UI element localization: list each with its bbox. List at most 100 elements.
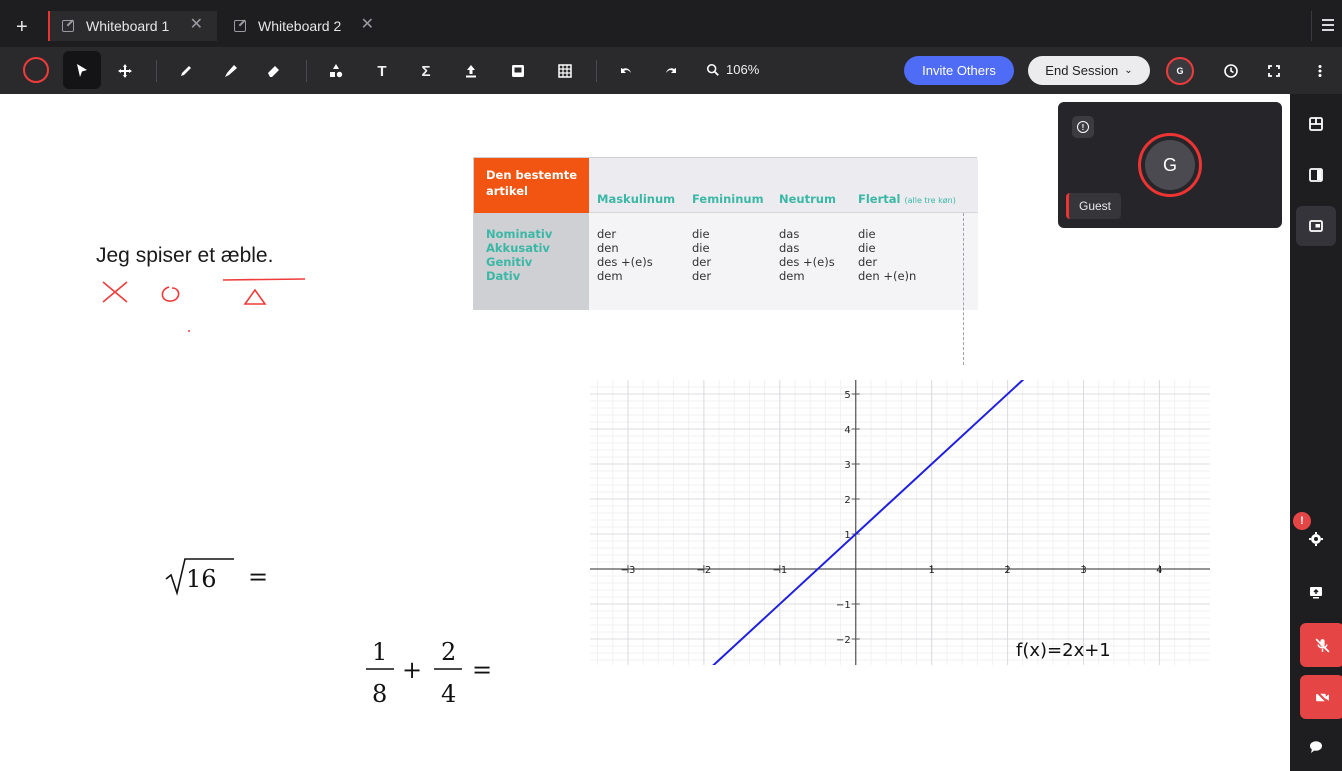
mic-off-icon [1315,638,1329,652]
math-tool-icon[interactable]: Σ [414,59,438,83]
tab-label: Whiteboard 1 [86,18,170,34]
sticky-note-icon[interactable] [506,59,530,83]
settings-gear-icon[interactable] [1303,526,1329,552]
row-label: Nominativ [486,227,553,241]
info-icon: ! [1077,121,1089,133]
zoom-level: 106% [726,62,760,77]
move-tool-icon[interactable] [113,59,137,83]
zoom-control[interactable]: 106% [706,62,759,77]
header-line: artikel [486,184,528,198]
camera-off-button[interactable] [1300,675,1342,719]
text-tool-icon[interactable]: T [370,59,394,83]
divider [306,60,307,82]
shapes-tool-icon[interactable] [324,59,348,83]
camera-off-icon [1314,689,1330,705]
equals-sign: = [248,563,268,591]
avatar-initial: G [1176,66,1184,76]
table-cell: das [779,227,800,241]
notification-badge[interactable]: ! [1293,512,1311,530]
upload-icon[interactable] [459,59,483,83]
redo-icon[interactable] [659,59,683,83]
table-cell: die [858,241,876,255]
user-avatar[interactable]: G [1166,57,1194,85]
chevron-down-icon: ⌄ [1124,65,1133,76]
hand-drawn-marks[interactable] [95,272,315,342]
eraser-tool-icon[interactable] [262,59,286,83]
table-cell: dem [597,269,623,283]
grammar-table-card[interactable]: Den bestemte artikel Maskulinum Femininu… [473,157,978,365]
column-header: Neutrum [779,192,836,206]
table-cell: der [692,269,712,283]
layout-grid-icon[interactable] [1303,111,1329,137]
participant-video-panel: ! G Guest [1058,102,1282,228]
table-cell: den [597,241,619,255]
fraction-denominator: 4 [441,680,456,708]
table-cell: dem [779,269,805,283]
x-tick-label: −1 [772,565,787,576]
x-tick-label: 3 [1080,565,1086,576]
layout-sidebar-icon[interactable] [1303,162,1329,188]
x-tick-label: 4 [1156,565,1162,576]
row-label: Genitiv [486,255,533,269]
header-line: Den bestemte [486,168,577,182]
row-label: Dativ [486,269,521,283]
chat-icon[interactable] [1303,734,1329,760]
row-label-column: Nominativ Akkusativ Genitiv Dativ [474,213,589,310]
info-button[interactable]: ! [1072,116,1094,138]
divider [1311,11,1312,41]
column-divider [963,213,964,365]
column-header-note: (alle tre køn) [904,196,956,205]
fraction-numerator: 1 [372,638,387,666]
y-tick-label: 4 [844,425,850,436]
close-icon[interactable]: ✕ [190,17,203,33]
table-cell: das [779,241,800,255]
screen-share-icon[interactable] [1303,579,1329,605]
invite-others-button[interactable]: Invite Others [904,56,1014,85]
column-header: Femininum [692,192,764,206]
edit-board-icon [234,20,246,32]
more-options-icon[interactable] [1308,59,1332,83]
table-cell: die [692,227,710,241]
row-label: Akkusativ [486,241,550,255]
divider [156,60,157,82]
table-tool-icon[interactable] [553,59,577,83]
equals-sign: = [472,656,492,684]
toolbar: T Σ 106% Invite Others End Session ⌄ G [0,47,1342,94]
select-tool-icon[interactable] [70,59,94,83]
y-tick-label: −1 [836,600,851,611]
edit-board-icon [62,20,74,32]
new-tab-button[interactable]: + [16,17,28,37]
pen-tool-icon[interactable] [174,59,198,83]
close-icon[interactable]: ✕ [361,17,374,33]
end-session-button[interactable]: End Session ⌄ [1028,56,1150,85]
mic-muted-button[interactable] [1300,623,1342,667]
participant-avatar: G [1138,133,1202,197]
table-cell: der [858,255,878,269]
history-icon[interactable] [1219,59,1243,83]
fullscreen-icon[interactable] [1262,59,1286,83]
right-sidebar [1290,94,1342,771]
tab-bar: + Whiteboard 1 ✕ Whiteboard 2 ✕ [0,0,1342,47]
table-cell: der [692,255,712,269]
sqrt-expression[interactable]: 16 = [164,555,284,601]
undo-icon[interactable] [614,59,638,83]
participant-name: Guest [1066,193,1122,219]
function-label[interactable]: f(x)=2x+1 [1016,640,1111,661]
table-cell: des +(e)s [779,255,835,269]
pen-color-picker[interactable] [23,57,49,83]
tab-whiteboard-1[interactable]: Whiteboard 1 ✕ [50,11,217,41]
canvas-sentence[interactable]: Jeg spiser et æble. [96,244,273,268]
fraction-expression[interactable]: 1 8 + 2 4 = [360,634,510,714]
table-cell: den +(e)n [858,269,917,283]
divider [596,60,597,82]
column-header-label: Flertal [858,192,901,206]
hamburger-menu-icon[interactable] [1322,19,1334,34]
fraction-numerator: 2 [441,638,456,666]
series-line [712,380,1025,665]
tab-whiteboard-2[interactable]: Whiteboard 2 ✕ [222,11,388,41]
highlighter-tool-icon[interactable] [219,59,243,83]
function-graph[interactable]: −3 −2 −1 1 2 3 4−2−112345 [590,380,1210,665]
layout-pip-icon[interactable] [1303,213,1329,239]
table-cell: des +(e)s [597,255,653,269]
tab-label: Whiteboard 2 [258,18,342,34]
